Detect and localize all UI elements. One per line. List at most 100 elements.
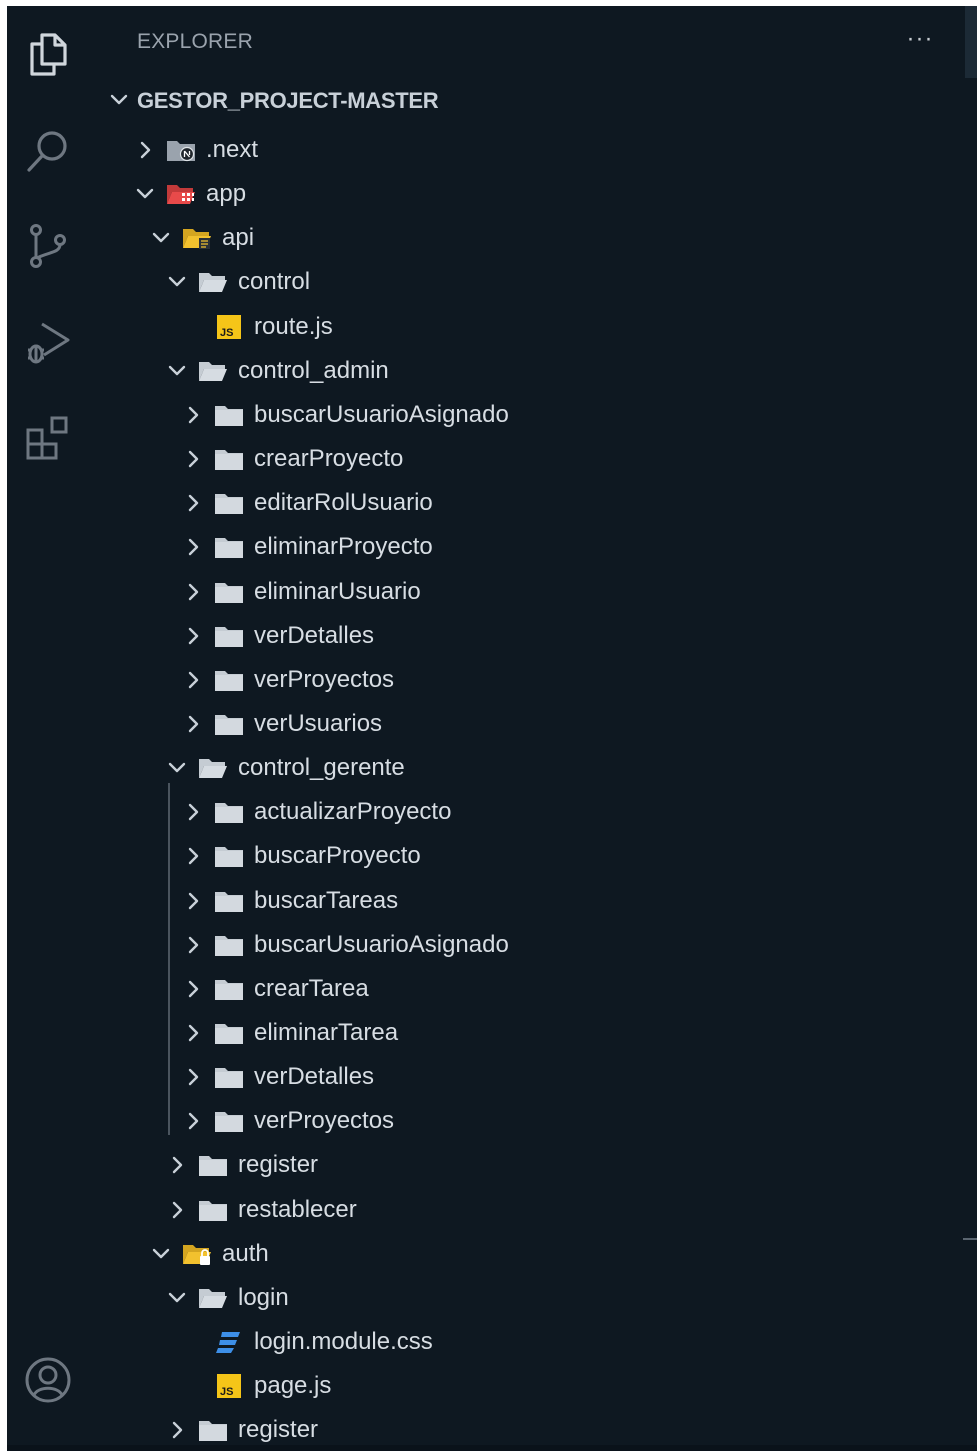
tree-item-label: control	[238, 268, 311, 296]
chevron-down-icon[interactable]	[134, 183, 156, 205]
chevron-right-icon[interactable]	[182, 581, 204, 603]
folder-icon	[214, 1019, 244, 1047]
tree-folder-row[interactable]: verUsuarios	[92, 702, 977, 746]
chevron-right-icon[interactable]	[182, 845, 204, 867]
more-actions-button[interactable]: ···	[902, 27, 938, 58]
folder-open-icon	[198, 1284, 228, 1312]
js-file-icon: JS	[214, 313, 244, 341]
tree-folder-row[interactable]: eliminarUsuario	[92, 570, 977, 614]
chevron-right-icon[interactable]	[182, 448, 204, 470]
tree-folder-row[interactable]: app	[92, 172, 977, 216]
folder-icon	[198, 1196, 228, 1224]
chevron-down-icon[interactable]	[166, 757, 188, 779]
tree-folder-row[interactable]: .next	[92, 128, 977, 172]
chevron-right-icon[interactable]	[182, 801, 204, 823]
source-control-icon[interactable]	[24, 222, 72, 270]
tree-folder-row[interactable]: control	[92, 260, 977, 304]
chevron-down-icon[interactable]	[150, 1243, 172, 1265]
tree-folder-row[interactable]: eliminarProyecto	[92, 525, 977, 569]
chevron-right-icon[interactable]	[182, 1022, 204, 1044]
folder-icon	[214, 533, 244, 561]
chevron-down-icon[interactable]	[150, 227, 172, 249]
tree-item-label: register	[238, 1416, 319, 1444]
tree-folder-row[interactable]: editarRolUsuario	[92, 481, 977, 525]
tree-folder-row[interactable]: verDetalles	[92, 614, 977, 658]
workspace-root-row[interactable]: GESTOR_PROJECT-MASTER	[92, 77, 977, 121]
chevron-right-icon[interactable]	[166, 1419, 188, 1441]
explorer-icon[interactable]	[24, 30, 72, 78]
folder-icon	[214, 578, 244, 606]
tree-file-row[interactable]: JS page.js	[92, 1364, 977, 1408]
tree-item-label: buscarUsuarioAsignado	[254, 400, 509, 428]
tree-folder-row[interactable]: control_gerente	[92, 746, 977, 790]
tree-item-label: register	[238, 1151, 319, 1179]
tree-item-label: login.module.css	[254, 1328, 433, 1356]
chevron-right-icon[interactable]	[182, 1066, 204, 1088]
tree-folder-row[interactable]: api	[92, 216, 977, 260]
chevron-right-icon[interactable]	[182, 890, 204, 912]
tree-folder-row[interactable]: eliminarTarea	[92, 1011, 977, 1055]
tree-folder-row[interactable]: control_admin	[92, 349, 977, 393]
tree-folder-row[interactable]: verDetalles	[92, 1055, 977, 1099]
tree-item-label: buscarUsuarioAsignado	[254, 930, 509, 958]
tree-folder-row[interactable]: buscarTareas	[92, 879, 977, 923]
tree-file-row[interactable]: login.module.css	[92, 1320, 977, 1364]
chevron-down-icon[interactable]	[166, 271, 188, 293]
tree-item-label: page.js	[254, 1372, 332, 1400]
tree-item-label: verProyectos	[254, 1107, 395, 1135]
chevron-right-icon[interactable]	[182, 404, 204, 426]
chevron-right-icon[interactable]	[182, 978, 204, 1000]
css-file-icon	[214, 1328, 244, 1356]
tree-item-label: verDetalles	[254, 1063, 375, 1091]
tree-item-label: .next	[206, 136, 259, 163]
chevron-right-icon[interactable]	[182, 492, 204, 514]
tree-item-label: crearTarea	[254, 974, 369, 1002]
folder-icon	[214, 710, 244, 738]
tree-folder-row[interactable]: restablecer	[92, 1188, 977, 1232]
chevron-right-icon[interactable]	[182, 934, 204, 956]
tree-file-row[interactable]: JS route.js	[92, 305, 977, 349]
tree-item-label: eliminarTarea	[254, 1019, 399, 1046]
folder-open-icon	[198, 268, 228, 296]
chevron-right-icon[interactable]	[134, 139, 156, 161]
tree-folder-row[interactable]: register	[92, 1143, 977, 1187]
tree-folder-row[interactable]: verProyectos	[92, 1099, 977, 1143]
tree-item-label: crearProyecto	[254, 445, 404, 473]
chevron-right-icon[interactable]	[182, 625, 204, 647]
chevron-right-icon[interactable]	[182, 536, 204, 558]
chevron-down-icon[interactable]	[166, 1287, 188, 1309]
tree-folder-row[interactable]: login	[92, 1276, 977, 1320]
run-debug-icon[interactable]	[24, 318, 72, 366]
tree-folder-row[interactable]: auth	[92, 1232, 977, 1276]
tree-item-label: auth	[222, 1239, 269, 1267]
account-icon[interactable]	[24, 1356, 72, 1404]
tree-folder-row[interactable]: crearProyecto	[92, 437, 977, 481]
folder-icon	[214, 445, 244, 473]
tree-folder-row[interactable]: buscarProyecto	[92, 834, 977, 878]
tree-folder-row[interactable]: verProyectos	[92, 658, 977, 702]
chevron-down-icon[interactable]	[166, 360, 188, 382]
search-icon[interactable]	[24, 126, 72, 174]
folder-icon	[214, 1063, 244, 1091]
extensions-icon[interactable]	[24, 414, 72, 462]
folder-icon	[198, 1151, 228, 1179]
tree-item-label: api	[222, 224, 255, 252]
tree-item-label: app	[206, 180, 247, 208]
folder-icon	[214, 798, 244, 826]
folder-icon	[214, 401, 244, 429]
chevron-right-icon[interactable]	[166, 1154, 188, 1176]
folder-open-icon	[198, 754, 228, 782]
tree-folder-row[interactable]: crearTarea	[92, 967, 977, 1011]
chevron-right-icon[interactable]	[182, 669, 204, 691]
tree-item-label: buscarTareas	[254, 886, 399, 914]
chevron-right-icon[interactable]	[182, 713, 204, 735]
tree-item-label: verDetalles	[254, 621, 375, 649]
tree-item-label: route.js	[254, 312, 333, 340]
tree-folder-row[interactable]: buscarUsuarioAsignado	[92, 923, 977, 967]
tree-folder-row[interactable]: buscarUsuarioAsignado	[92, 393, 977, 437]
scrollbar-thumb[interactable]	[965, 6, 977, 78]
chevron-right-icon[interactable]	[166, 1199, 188, 1221]
tree-folder-row[interactable]: actualizarProyecto	[92, 790, 977, 834]
chevron-right-icon[interactable]	[182, 1110, 204, 1132]
tree-item-label: verProyectos	[254, 665, 395, 693]
